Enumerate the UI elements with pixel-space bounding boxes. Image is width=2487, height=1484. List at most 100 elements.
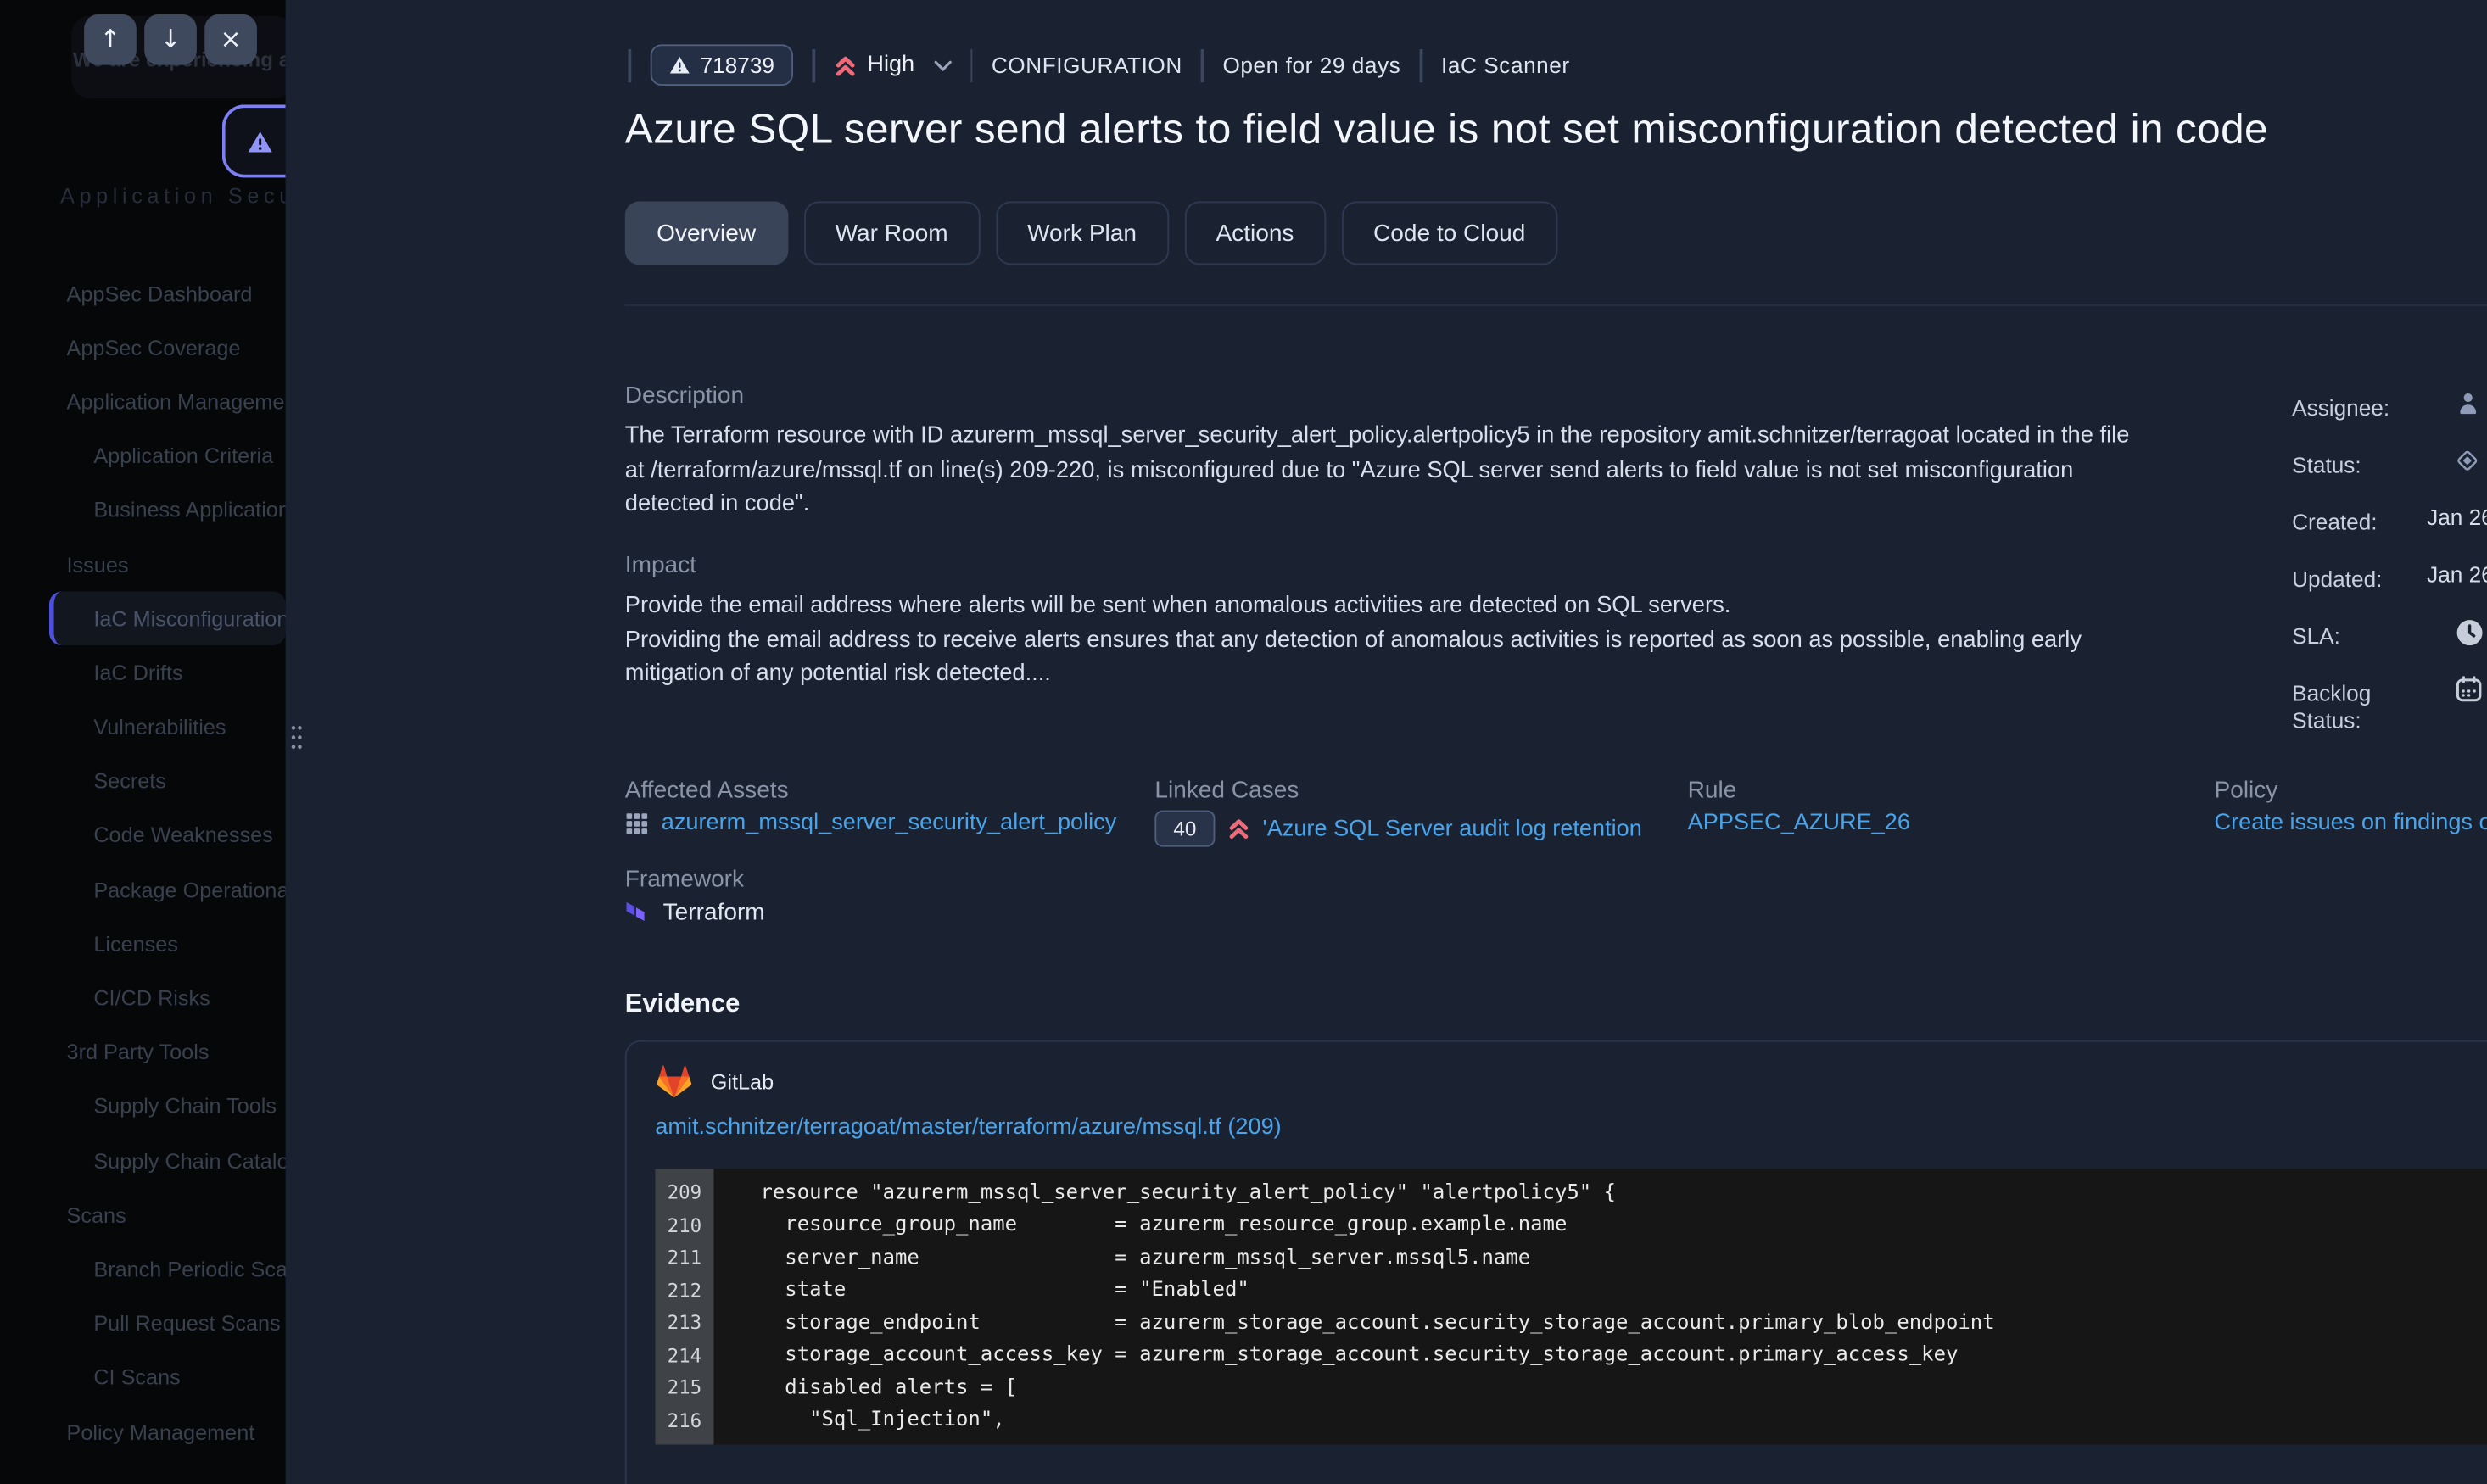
code-text: resource "azurerm_mssql_server_security_…	[714, 1181, 1617, 1205]
line-number: 210	[655, 1214, 713, 1236]
calendar-icon	[2456, 676, 2483, 703]
code-text: "Sql_Injection",	[714, 1409, 1005, 1432]
sidebar-item-ci-cd-risks[interactable]: CI/CD Risks	[49, 971, 286, 1025]
sidebar-item-supply-chain-catalog[interactable]: Supply Chain Catalog	[49, 1134, 286, 1188]
linked-cases-label: Linked Cases	[1154, 777, 1299, 804]
sidebar-item-code-weaknesses[interactable]: Code Weaknesses	[49, 808, 286, 862]
sidebar-item-scans[interactable]: Scans	[49, 1188, 286, 1242]
sidebar-item-package-operational[interactable]: Package Operational	[49, 862, 286, 917]
evidence-heading: Evidence	[625, 990, 741, 1020]
severity-dropdown[interactable]: High	[834, 53, 951, 78]
sidebar-item-pull-request-scans[interactable]: Pull Request Scans	[49, 1297, 286, 1351]
created-label: Created:	[2292, 505, 2427, 536]
assignee-row: Assignee: Unassigned	[2292, 390, 2487, 428]
code-text: resource_group_name = azurerm_resource_g…	[714, 1213, 1568, 1237]
status-label: Status:	[2292, 447, 2427, 478]
tab-actions[interactable]: Actions	[1184, 201, 1326, 265]
linked-case-link[interactable]: 'Azure SQL Server audit log retention	[1263, 816, 1642, 841]
sidebar-item-iac-misconfiguration[interactable]: IaC Misconfiguration	[49, 592, 286, 646]
tab-war-room[interactable]: War Room	[803, 201, 980, 265]
updated-value: Jan 26th 2026 09:12:53	[2427, 561, 2487, 587]
sidebar-item-vulnerabilities[interactable]: Vulnerabilities	[49, 700, 286, 755]
issue-detail-panel: 718739 High CONFIGURATION Open for 29 da…	[286, 0, 2487, 1484]
divider	[813, 48, 815, 81]
code-text: server_name = azurerm_mssql_server.mssql…	[714, 1246, 1531, 1269]
divider	[1420, 48, 1422, 81]
divider	[625, 304, 2487, 306]
sidebar-item-iac-drifts[interactable]: IaC Drifts	[49, 646, 286, 700]
tab-work-plan[interactable]: Work Plan	[996, 201, 1169, 265]
code-text: storage_endpoint = azurerm_storage_accou…	[714, 1311, 1995, 1335]
severity-high-icon	[1227, 817, 1249, 840]
policy-label: Policy	[2215, 777, 2278, 804]
issue-id: 718739	[701, 53, 774, 78]
line-number: 215	[655, 1377, 713, 1399]
sidebar-item-policy-management[interactable]: Policy Management	[49, 1405, 286, 1459]
affected-asset-link[interactable]: azurerm_mssql_server_security_alert_poli…	[662, 811, 1116, 836]
linked-cases-value: 40 'Azure SQL Server audit log retention	[1154, 811, 1641, 847]
rule-label: Rule	[1688, 777, 1737, 804]
scroll-down-button[interactable]: ↓	[144, 14, 197, 65]
sidebar-item-business-applications[interactable]: Business Applications	[49, 483, 286, 538]
clock-icon	[2456, 618, 2484, 647]
impact-line: Providing the email address to receive a…	[625, 624, 2135, 692]
warning-triangle-icon	[668, 55, 689, 74]
overlay-controls: ↑ ↓ ×	[84, 14, 257, 65]
sidebar-item-ci-scans[interactable]: CI Scans	[49, 1351, 286, 1405]
code-line: 210 resource_group_name = azurerm_resour…	[655, 1209, 2487, 1241]
chevron-down-icon	[934, 59, 952, 70]
code-line: 213 storage_endpoint = azurerm_storage_a…	[655, 1307, 2487, 1339]
rule-value: APPSEC_AZURE_26	[1688, 811, 1910, 836]
evidence-card: GitLab amit.schnitzer/terragoat/master/t…	[625, 1040, 2487, 1484]
tab-overview[interactable]: Overview	[625, 201, 788, 265]
tab-bar: OverviewWar RoomWork PlanActionsCode to …	[625, 201, 1557, 265]
sla-label: SLA:	[2292, 618, 2427, 650]
evidence-source-name: GitLab	[711, 1070, 774, 1094]
issue-topbar: 718739 High CONFIGURATION Open for 29 da…	[629, 42, 1570, 86]
backlog-status-row: Backlog Status: New	[2292, 676, 2487, 734]
policy-link[interactable]: Create issues on findings of High and ab…	[2215, 811, 2487, 836]
divider	[1201, 48, 1204, 81]
close-button[interactable]: ×	[204, 14, 257, 65]
affected-assets-label: Affected Assets	[625, 777, 789, 804]
code-line: 212 state = "Enabled"	[655, 1275, 2487, 1307]
affected-assets-value: azurerm_mssql_server_security_alert_poli…	[625, 811, 1116, 836]
updated-row: Updated: Jan 26th 2026 09:12:53	[2292, 561, 2487, 600]
issue-meta-panel: Assignee: Unassigned Status: New	[2292, 390, 2487, 753]
page-title: Azure SQL server send alerts to field va…	[625, 104, 2487, 153]
sidebar-item-application-management[interactable]: Application Management	[49, 375, 286, 429]
code-text: storage_account_access_key = azurerm_sto…	[714, 1343, 1959, 1367]
sidebar-nav: AppSec DashboardAppSec CoverageApplicati…	[49, 266, 286, 1459]
sidebar-item-secrets[interactable]: Secrets	[49, 755, 286, 809]
sidebar-item-branch-periodic-scans[interactable]: Branch Periodic Scans	[49, 1242, 286, 1297]
line-number: 211	[655, 1247, 713, 1269]
code-text: state = "Enabled"	[714, 1279, 1249, 1303]
sidebar-item-supply-chain-tools[interactable]: Supply Chain Tools	[49, 1080, 286, 1134]
description-heading: Description	[625, 382, 744, 410]
tab-code-to-cloud[interactable]: Code to Cloud	[1342, 201, 1557, 265]
sidebar-item-issues[interactable]: Issues	[49, 538, 286, 592]
code-line: 211 server_name = azurerm_mssql_server.m…	[655, 1241, 2487, 1274]
code-line: 209 resource "azurerm_mssql_server_secur…	[655, 1177, 2487, 1209]
evidence-source: GitLab	[655, 1064, 774, 1101]
alert-flyout-tab[interactable]	[222, 104, 286, 177]
impact-line: Provide the email address where alerts w…	[625, 590, 2135, 624]
code-rows: 209 resource "azurerm_mssql_server_secur…	[655, 1177, 2487, 1437]
impact-body: Provide the email address where alerts w…	[625, 590, 2135, 693]
rule-link[interactable]: APPSEC_AZURE_26	[1688, 811, 1910, 836]
created-value: Jan 26th 2026 09:12:53	[2427, 505, 2487, 530]
sidebar-item-appsec-dashboard[interactable]: AppSec Dashboard	[49, 266, 286, 321]
sidebar-item-3rd-party-tools[interactable]: 3rd Party Tools	[49, 1025, 286, 1080]
panel-resize-handle[interactable]	[290, 725, 303, 758]
linked-cases-count-badge: 40	[1154, 811, 1215, 847]
issue-id-badge[interactable]: 718739	[650, 44, 794, 86]
description-body: The Terraform resource with ID azurerm_m…	[625, 421, 2151, 523]
sidebar-item-licenses[interactable]: Licenses	[49, 917, 286, 971]
sidebar-item-appsec-coverage[interactable]: AppSec Coverage	[49, 321, 286, 375]
sidebar-item-application-criteria[interactable]: Application Criteria	[49, 429, 286, 483]
scroll-up-button[interactable]: ↑	[84, 14, 137, 65]
status-diamond-icon	[2456, 449, 2479, 472]
code-line: 216 "Sql_Injection",	[655, 1404, 2487, 1437]
line-number: 209	[655, 1182, 713, 1204]
evidence-file-link[interactable]: amit.schnitzer/terragoat/master/terrafor…	[655, 1115, 1281, 1141]
